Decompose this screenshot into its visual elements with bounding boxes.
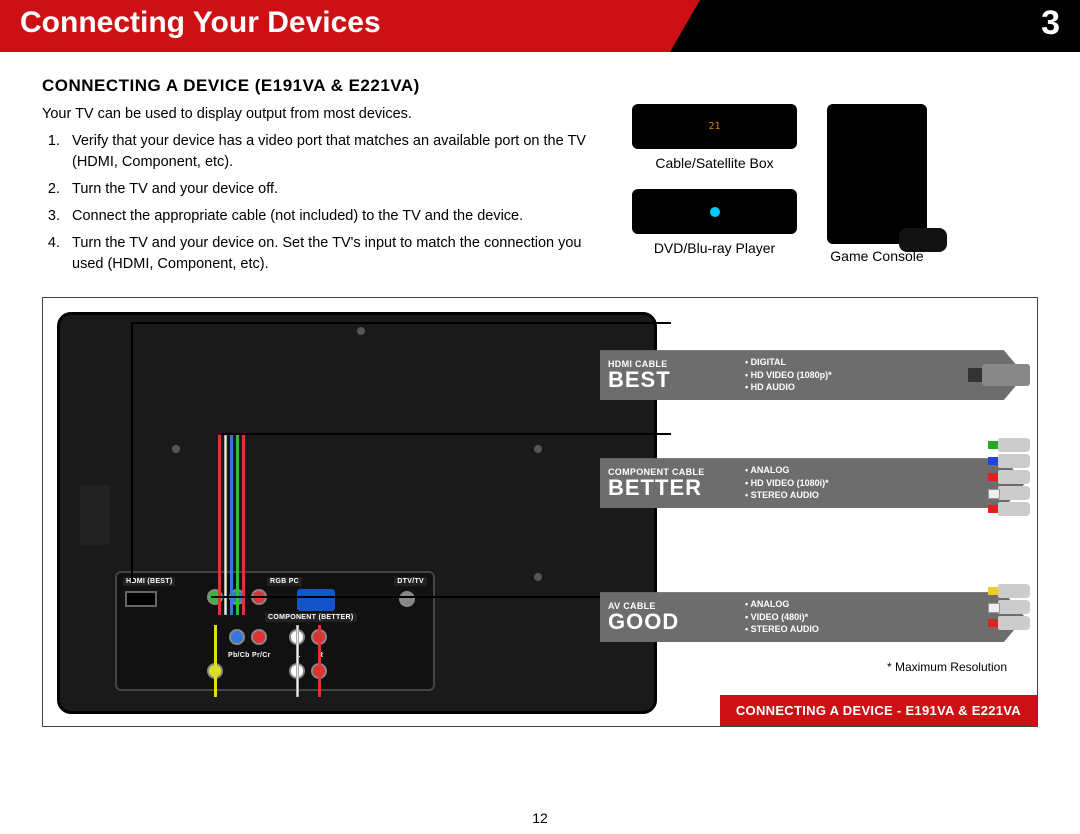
better-feat2: • HD VIDEO (1080i)* [745,477,1025,490]
best-quality: BEST [608,369,737,391]
component-label: COMPONENT (BETTER) [265,613,357,622]
good-feat1: • ANALOG [745,598,1025,611]
jack-pbcb [229,629,245,645]
devices-column: Cable/Satellite Box DVD/Blu-ray Player G… [632,104,1038,281]
better-quality: BETTER [608,477,737,499]
rca-plug-red [998,470,1030,484]
device-group-left: Cable/Satellite Box DVD/Blu-ray Player [632,104,797,256]
steps-list: Verify that your device has a video port… [42,131,602,275]
jack-prcr [251,629,267,645]
chapter-header: Connecting Your Devices 3 [0,0,1080,52]
resolution-footnote: * Maximum Resolution [887,660,1007,674]
hdmi-connector-icon [80,485,110,545]
step-4: Turn the TV and your device on. Set the … [64,233,602,275]
better-feat1: • ANALOG [745,464,1025,477]
good-quality: GOOD [608,611,737,633]
tv-back-panel: HDMI (BEST) RGB PC DTV/TV COMPONENT (BET… [57,312,657,714]
intro-text: Your TV can be used to display output fr… [42,104,602,125]
rca-plug-green [998,438,1030,452]
good-feat2: • VIDEO (480i)* [745,611,1025,624]
prcr-label: Pr/Cr [249,651,274,660]
coax-port-icon [399,591,415,607]
diagram-footer-bar: CONNECTING A DEVICE - E191VA & E221VA [720,695,1037,726]
page-number: 12 [532,810,548,826]
connection-diagram: HDMI (BEST) RGB PC DTV/TV COMPONENT (BET… [42,297,1038,727]
rca-plug-red2 [998,502,1030,516]
instructions-column: Your TV can be used to display output fr… [42,104,602,281]
step-3: Connect the appropriate cable (not inclu… [64,206,602,227]
rca-plug-white2 [998,600,1030,614]
rca-plug-yellow [998,584,1030,598]
game-console-icon [827,104,927,244]
rca-plug-blue [998,454,1030,468]
hdmi-plug-icon [982,364,1030,386]
section-title: CONNECTING A DEVICE (E191VA & E221VA) [42,76,1038,96]
rca-plug-red3 [998,616,1030,630]
good-feat3: • STEREO AUDIO [745,623,1025,636]
step-1: Verify that your device has a video port… [64,131,602,173]
vga-port-icon [297,589,335,611]
chapter-number: 3 [1041,4,1060,43]
dvd-caption: DVD/Blu-ray Player [632,240,797,256]
cable-box-caption: Cable/Satellite Box [632,155,797,171]
chapter-title: Connecting Your Devices [20,6,381,40]
dtv-label: DTV/TV [394,577,427,586]
step-2: Turn the TV and your device off. [64,179,602,200]
dvd-player-icon [632,189,797,234]
device-group-right: Game Console [827,104,927,264]
callout-good: AV CABLE GOOD • ANALOG • VIDEO (480i)* •… [600,592,1025,652]
port-panel: HDMI (BEST) RGB PC DTV/TV COMPONENT (BET… [115,571,435,691]
hdmi-port-icon [125,591,157,607]
better-feat3: • STEREO AUDIO [745,489,1025,502]
cable-box-icon [632,104,797,149]
callout-better: COMPONENT CABLE BETTER • ANALOG • HD VID… [600,458,1025,518]
rca-plug-white [998,486,1030,500]
callout-best: HDMI CABLE BEST • DIGITAL • HD VIDEO (10… [600,350,1025,410]
rgb-label: RGB PC [267,577,302,586]
